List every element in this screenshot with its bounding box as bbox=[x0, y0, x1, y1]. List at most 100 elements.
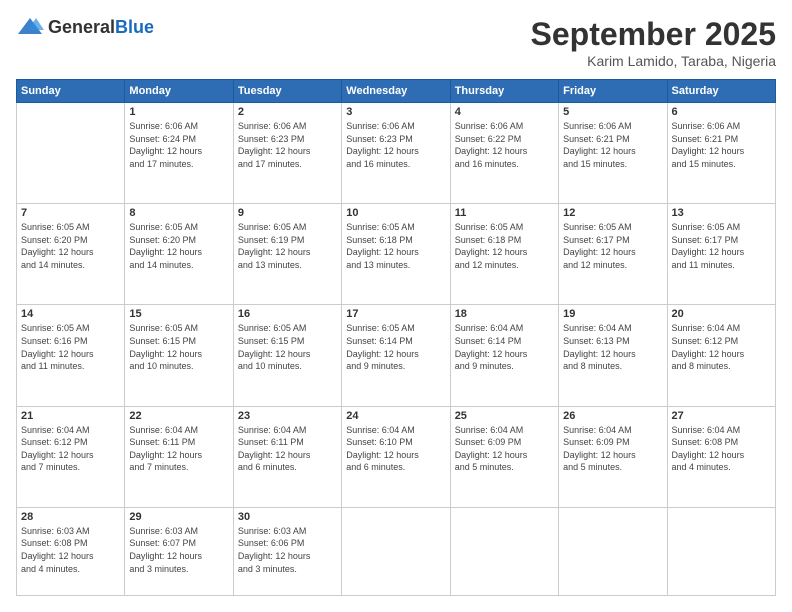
day-number: 10 bbox=[346, 207, 445, 219]
day-info: Sunrise: 6:05 AMSunset: 6:19 PMDaylight:… bbox=[238, 221, 337, 271]
day-number: 3 bbox=[346, 106, 445, 118]
day-info: Sunrise: 6:05 AMSunset: 6:17 PMDaylight:… bbox=[672, 221, 771, 271]
day-number: 15 bbox=[129, 308, 228, 320]
day-number: 9 bbox=[238, 207, 337, 219]
table-row: 7 Sunrise: 6:05 AMSunset: 6:20 PMDaylight… bbox=[17, 204, 125, 305]
day-number: 12 bbox=[563, 207, 662, 219]
table-row: 25 Sunrise: 6:04 AMSunset: 6:09 PMDayligh… bbox=[450, 406, 558, 507]
col-monday: Monday bbox=[125, 80, 233, 103]
day-number: 16 bbox=[238, 308, 337, 320]
day-info: Sunrise: 6:05 AMSunset: 6:16 PMDaylight:… bbox=[21, 322, 120, 372]
table-row: 22Sunrise: 6:04 AMSunset: 6:11 PMDayligh… bbox=[125, 406, 233, 507]
table-row: 5 Sunrise: 6:06 AMSunset: 6:21 PMDaylight… bbox=[559, 103, 667, 204]
day-info: Sunrise: 6:06 AMSunset: 6:23 PMDaylight:… bbox=[238, 120, 337, 170]
table-row: 11Sunrise: 6:05 AMSunset: 6:18 PMDayligh… bbox=[450, 204, 558, 305]
logo: GeneralBlue bbox=[16, 16, 154, 38]
day-number: 18 bbox=[455, 308, 554, 320]
table-row: 4 Sunrise: 6:06 AMSunset: 6:22 PMDaylight… bbox=[450, 103, 558, 204]
table-row: 20 Sunrise: 6:04 AMSunset: 6:12 PMDayligh… bbox=[667, 305, 775, 406]
table-row: 26 Sunrise: 6:04 AMSunset: 6:09 PMDayligh… bbox=[559, 406, 667, 507]
table-row: 24Sunrise: 6:04 AMSunset: 6:10 PMDayligh… bbox=[342, 406, 450, 507]
col-friday: Friday bbox=[559, 80, 667, 103]
table-row: 18 Sunrise: 6:04 AMSunset: 6:14 PMDayligh… bbox=[450, 305, 558, 406]
day-info: Sunrise: 6:04 AMSunset: 6:11 PMDaylight:… bbox=[238, 424, 337, 474]
table-row: 15 Sunrise: 6:05 AMSunset: 6:15 PMDayligh… bbox=[125, 305, 233, 406]
day-info: Sunrise: 6:05 AMSunset: 6:15 PMDaylight:… bbox=[238, 322, 337, 372]
month-title: September 2025 bbox=[531, 16, 776, 53]
logo-text: GeneralBlue bbox=[48, 17, 154, 38]
day-info: Sunrise: 6:04 AMSunset: 6:12 PMDaylight:… bbox=[21, 424, 120, 474]
col-thursday: Thursday bbox=[450, 80, 558, 103]
day-number: 8 bbox=[129, 207, 228, 219]
day-info: Sunrise: 6:03 AMSunset: 6:08 PMDaylight:… bbox=[21, 525, 120, 575]
day-number: 4 bbox=[455, 106, 554, 118]
day-info: Sunrise: 6:06 AMSunset: 6:21 PMDaylight:… bbox=[563, 120, 662, 170]
day-info: Sunrise: 6:05 AMSunset: 6:20 PMDaylight:… bbox=[129, 221, 228, 271]
table-row: 3 Sunrise: 6:06 AMSunset: 6:23 PMDaylight… bbox=[342, 103, 450, 204]
day-info: Sunrise: 6:03 AMSunset: 6:06 PMDaylight:… bbox=[238, 525, 337, 575]
calendar: Sunday Monday Tuesday Wednesday Thursday… bbox=[16, 79, 776, 596]
day-info: Sunrise: 6:04 AMSunset: 6:10 PMDaylight:… bbox=[346, 424, 445, 474]
day-number: 27 bbox=[672, 410, 771, 422]
table-row: 6Sunrise: 6:06 AMSunset: 6:21 PMDaylight… bbox=[667, 103, 775, 204]
day-number: 20 bbox=[672, 308, 771, 320]
table-row: 30 Sunrise: 6:03 AMSunset: 6:06 PMDayligh… bbox=[233, 507, 341, 595]
table-row bbox=[342, 507, 450, 595]
page: GeneralBlue September 2025 Karim Lamido,… bbox=[0, 0, 792, 612]
day-info: Sunrise: 6:05 AMSunset: 6:18 PMDaylight:… bbox=[346, 221, 445, 271]
table-row: 13Sunrise: 6:05 AMSunset: 6:17 PMDayligh… bbox=[667, 204, 775, 305]
day-number: 21 bbox=[21, 410, 120, 422]
day-number: 26 bbox=[563, 410, 662, 422]
day-info: Sunrise: 6:04 AMSunset: 6:12 PMDaylight:… bbox=[672, 322, 771, 372]
table-row: 9 Sunrise: 6:05 AMSunset: 6:19 PMDaylight… bbox=[233, 204, 341, 305]
day-number: 30 bbox=[238, 511, 337, 523]
day-info: Sunrise: 6:04 AMSunset: 6:09 PMDaylight:… bbox=[563, 424, 662, 474]
day-info: Sunrise: 6:04 AMSunset: 6:14 PMDaylight:… bbox=[455, 322, 554, 372]
day-number: 28 bbox=[21, 511, 120, 523]
day-number: 17 bbox=[346, 308, 445, 320]
table-row: 14 Sunrise: 6:05 AMSunset: 6:16 PMDayligh… bbox=[17, 305, 125, 406]
table-row bbox=[450, 507, 558, 595]
day-info: Sunrise: 6:05 AMSunset: 6:18 PMDaylight:… bbox=[455, 221, 554, 271]
day-number: 22 bbox=[129, 410, 228, 422]
table-row: 23 Sunrise: 6:04 AMSunset: 6:11 PMDayligh… bbox=[233, 406, 341, 507]
col-saturday: Saturday bbox=[667, 80, 775, 103]
day-number: 14 bbox=[21, 308, 120, 320]
day-number: 29 bbox=[129, 511, 228, 523]
day-info: Sunrise: 6:06 AMSunset: 6:24 PMDaylight:… bbox=[129, 120, 228, 170]
table-row: 21 Sunrise: 6:04 AMSunset: 6:12 PMDayligh… bbox=[17, 406, 125, 507]
day-info: Sunrise: 6:06 AMSunset: 6:22 PMDaylight:… bbox=[455, 120, 554, 170]
table-row: 27 Sunrise: 6:04 AMSunset: 6:08 PMDayligh… bbox=[667, 406, 775, 507]
day-info: Sunrise: 6:05 AMSunset: 6:20 PMDaylight:… bbox=[21, 221, 120, 271]
table-row bbox=[17, 103, 125, 204]
table-row: 8 Sunrise: 6:05 AMSunset: 6:20 PMDaylight… bbox=[125, 204, 233, 305]
day-info: Sunrise: 6:04 AMSunset: 6:09 PMDaylight:… bbox=[455, 424, 554, 474]
day-number: 5 bbox=[563, 106, 662, 118]
table-row: 29 Sunrise: 6:03 AMSunset: 6:07 PMDayligh… bbox=[125, 507, 233, 595]
table-row: 1Sunrise: 6:06 AMSunset: 6:24 PMDaylight… bbox=[125, 103, 233, 204]
day-info: Sunrise: 6:06 AMSunset: 6:21 PMDaylight:… bbox=[672, 120, 771, 170]
col-sunday: Sunday bbox=[17, 80, 125, 103]
day-number: 7 bbox=[21, 207, 120, 219]
table-row: 12 Sunrise: 6:05 AMSunset: 6:17 PMDayligh… bbox=[559, 204, 667, 305]
day-info: Sunrise: 6:06 AMSunset: 6:23 PMDaylight:… bbox=[346, 120, 445, 170]
table-row: 2 Sunrise: 6:06 AMSunset: 6:23 PMDaylight… bbox=[233, 103, 341, 204]
day-number: 25 bbox=[455, 410, 554, 422]
day-info: Sunrise: 6:05 AMSunset: 6:17 PMDaylight:… bbox=[563, 221, 662, 271]
day-info: Sunrise: 6:05 AMSunset: 6:14 PMDaylight:… bbox=[346, 322, 445, 372]
table-row: 28 Sunrise: 6:03 AMSunset: 6:08 PMDayligh… bbox=[17, 507, 125, 595]
table-row: 19Sunrise: 6:04 AMSunset: 6:13 PMDayligh… bbox=[559, 305, 667, 406]
header: GeneralBlue September 2025 Karim Lamido,… bbox=[16, 16, 776, 69]
col-tuesday: Tuesday bbox=[233, 80, 341, 103]
day-info: Sunrise: 6:04 AMSunset: 6:08 PMDaylight:… bbox=[672, 424, 771, 474]
day-info: Sunrise: 6:05 AMSunset: 6:15 PMDaylight:… bbox=[129, 322, 228, 372]
title-section: September 2025 Karim Lamido, Taraba, Nig… bbox=[531, 16, 776, 69]
day-number: 19 bbox=[563, 308, 662, 320]
subtitle: Karim Lamido, Taraba, Nigeria bbox=[531, 53, 776, 69]
day-info: Sunrise: 6:03 AMSunset: 6:07 PMDaylight:… bbox=[129, 525, 228, 575]
logo-general: General bbox=[48, 17, 115, 37]
table-row: 10 Sunrise: 6:05 AMSunset: 6:18 PMDayligh… bbox=[342, 204, 450, 305]
day-number: 2 bbox=[238, 106, 337, 118]
day-number: 23 bbox=[238, 410, 337, 422]
table-row: 17 Sunrise: 6:05 AMSunset: 6:14 PMDayligh… bbox=[342, 305, 450, 406]
